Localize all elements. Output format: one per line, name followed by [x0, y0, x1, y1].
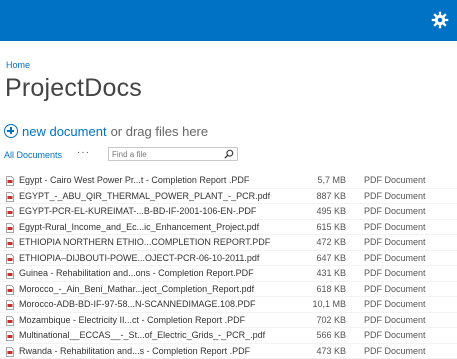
file-size: 618 KB — [316, 284, 346, 294]
pdf-file-icon — [6, 285, 14, 295]
file-type: PDF Document — [364, 330, 426, 340]
file-type: PDF Document — [364, 206, 426, 216]
file-name[interactable]: Morocco_-_Ain_Beni_Mathar...ject_Complet… — [19, 284, 254, 294]
pdf-file-icon — [6, 254, 14, 264]
suite-bar — [0, 0, 457, 41]
view-all-documents[interactable]: All Documents — [4, 150, 62, 160]
file-size: 472 KB — [316, 237, 346, 247]
pdf-file-icon — [6, 176, 14, 186]
file-name[interactable]: ETHIOPIA–DIJBOUTI-POWE...OJECT-PCR-06-10… — [19, 253, 259, 263]
file-size: 702 KB — [316, 315, 346, 325]
search-input[interactable] — [112, 148, 222, 160]
file-type: PDF Document — [364, 237, 426, 247]
list-item[interactable]: Egypt - Cairo West Power Pr...t - Comple… — [0, 173, 457, 189]
page-title: ProjectDocs — [5, 74, 142, 103]
new-document-bar: new document or drag files here — [4, 123, 208, 139]
file-name[interactable]: Multinational__ECCAS__-_St...of_Electric… — [19, 330, 265, 340]
more-options-button[interactable]: ··· — [77, 147, 90, 158]
file-size: 473 KB — [316, 346, 346, 356]
pdf-file-icon — [6, 347, 14, 357]
new-document-link[interactable]: new document — [22, 124, 107, 139]
search-icon[interactable] — [224, 149, 234, 159]
list-item[interactable]: EGYPT_-_ABU_QIR_THERMAL_POWER_PLANT_-_PC… — [0, 189, 457, 205]
file-type: PDF Document — [364, 222, 426, 232]
file-name[interactable]: Guinea - Rehabilitation and...ons - Comp… — [19, 268, 254, 278]
pdf-file-icon — [6, 269, 14, 279]
pdf-file-icon — [6, 300, 14, 310]
file-size: 495 KB — [316, 206, 346, 216]
file-name[interactable]: Morocco-ADB-BD-IF-97-58...N-SCANNEDIMAGE… — [19, 299, 256, 309]
file-size: 5,7 MB — [317, 175, 346, 185]
drag-files-hint: or drag files here — [111, 124, 209, 139]
breadcrumb-home[interactable]: Home — [6, 60, 30, 70]
list-item[interactable]: Morocco_-_Ain_Beni_Mathar...ject_Complet… — [0, 282, 457, 298]
view-bar: All Documents ··· — [4, 147, 244, 163]
gear-icon[interactable] — [431, 11, 449, 29]
file-type: PDF Document — [364, 346, 426, 356]
plus-circle-icon[interactable] — [4, 124, 18, 138]
file-name[interactable]: Egypt - Cairo West Power Pr...t - Comple… — [19, 175, 249, 185]
search-box — [108, 147, 238, 161]
list-item[interactable]: Multinational__ECCAS__-_St...of_Electric… — [0, 328, 457, 344]
list-item[interactable]: Mozambique - Electricity II...ct - Compl… — [0, 313, 457, 329]
file-type: PDF Document — [364, 315, 426, 325]
file-name[interactable]: Rwanda - Rehabilitation and...s - Comple… — [19, 346, 250, 356]
file-type: PDF Document — [364, 191, 426, 201]
file-type: PDF Document — [364, 299, 426, 309]
list-item[interactable]: EGYPT-PCR-EL-KUREIMAT-...B-BD-IF-2001-10… — [0, 204, 457, 220]
file-type: PDF Document — [364, 175, 426, 185]
pdf-file-icon — [6, 207, 14, 217]
file-name[interactable]: EGYPT-PCR-EL-KUREIMAT-...B-BD-IF-2001-10… — [19, 206, 256, 216]
pdf-file-icon — [6, 316, 14, 326]
list-item[interactable]: Guinea - Rehabilitation and...ons - Comp… — [0, 266, 457, 282]
file-name[interactable]: EGYPT_-_ABU_QIR_THERMAL_POWER_PLANT_-_PC… — [19, 191, 270, 201]
list-item[interactable]: ETHIOPIA–DIJBOUTI-POWE...OJECT-PCR-06-10… — [0, 251, 457, 267]
list-item[interactable]: Egypt-Rural_Income_and_Ec...ic_Enhanceme… — [0, 220, 457, 236]
document-list: Egypt - Cairo West Power Pr...t - Comple… — [0, 173, 457, 359]
file-size: 566 KB — [316, 330, 346, 340]
list-item[interactable]: Morocco-ADB-BD-IF-97-58...N-SCANNEDIMAGE… — [0, 297, 457, 313]
file-size: 431 KB — [316, 268, 346, 278]
file-type: PDF Document — [364, 253, 426, 263]
file-size: 887 KB — [316, 191, 346, 201]
file-type: PDF Document — [364, 268, 426, 278]
pdf-file-icon — [6, 223, 14, 233]
file-name[interactable]: ETHIOPIA NORTHERN ETHIO...COMPLETION REP… — [19, 237, 270, 247]
file-size: 647 KB — [316, 253, 346, 263]
file-size: 615 KB — [316, 222, 346, 232]
pdf-file-icon — [6, 331, 14, 341]
pdf-file-icon — [6, 192, 14, 202]
file-size: 10,1 MB — [312, 299, 346, 309]
list-item[interactable]: ETHIOPIA NORTHERN ETHIO...COMPLETION REP… — [0, 235, 457, 251]
pdf-file-icon — [6, 238, 14, 248]
file-name[interactable]: Mozambique - Electricity II...ct - Compl… — [19, 315, 245, 325]
file-type: PDF Document — [364, 284, 426, 294]
file-name[interactable]: Egypt-Rural_Income_and_Ec...ic_Enhanceme… — [19, 222, 259, 232]
